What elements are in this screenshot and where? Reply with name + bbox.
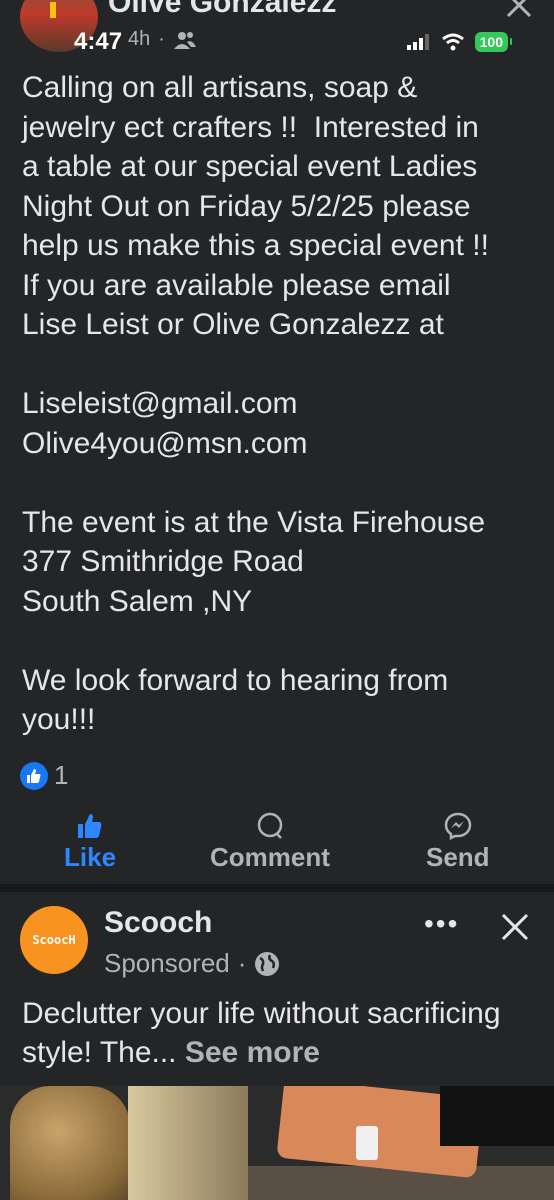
comment-icon	[257, 812, 283, 839]
scooch-logo[interactable]: ScoocH	[20, 906, 88, 974]
wifi-icon	[441, 33, 464, 51]
sponsor-name[interactable]: Scooch	[104, 906, 212, 940]
comment-button[interactable]: Comment	[210, 812, 330, 873]
ad-price-tag	[356, 1126, 378, 1160]
ad-basket	[10, 1086, 130, 1200]
post-time-ago: 4h	[128, 28, 151, 50]
comment-label: Comment	[210, 842, 330, 872]
ad-dark-area	[440, 1086, 554, 1146]
status-time: 4:47	[74, 28, 123, 55]
see-more-link[interactable]: See more	[185, 1036, 320, 1069]
author-name[interactable]: Olive Gonzalezz	[108, 0, 336, 20]
sponsored-text: Declutter your life without sacrificing …	[22, 994, 542, 1072]
send-label: Send	[426, 842, 490, 872]
status-right: 100	[406, 32, 513, 52]
ad-image[interactable]	[0, 1086, 554, 1200]
like-button[interactable]: Like	[64, 812, 116, 873]
feed-separator	[0, 884, 554, 892]
post-action-bar: Like Comment Send	[0, 812, 554, 882]
reaction-count: 1	[54, 760, 69, 790]
post-meta: 4h ·	[128, 28, 197, 51]
sponsored-meta: Sponsored ·	[104, 948, 280, 979]
group-icon	[173, 31, 196, 49]
messenger-icon	[444, 812, 472, 840]
close-icon[interactable]	[504, 0, 534, 18]
like-label: Like	[64, 842, 117, 872]
close-icon[interactable]	[500, 912, 530, 942]
post-header: Olive Gonzalezz 4:47 4h · 100	[0, 0, 554, 60]
signal-icon	[406, 34, 429, 50]
reactions-summary[interactable]: 1	[20, 760, 68, 791]
more-options-button[interactable]: •••	[424, 908, 459, 940]
like-reaction-icon	[20, 761, 48, 790]
ad-shelf	[128, 1086, 248, 1200]
globe-icon	[255, 951, 280, 976]
send-button[interactable]: Send	[426, 812, 490, 873]
battery-indicator: 100	[474, 32, 513, 52]
thumbs-up-icon	[78, 814, 102, 838]
post-body-text: Calling on all artisans, soap & jewelry …	[22, 71, 489, 736]
ad-floor	[248, 1166, 554, 1200]
sponsored-label: Sponsored	[104, 948, 230, 978]
